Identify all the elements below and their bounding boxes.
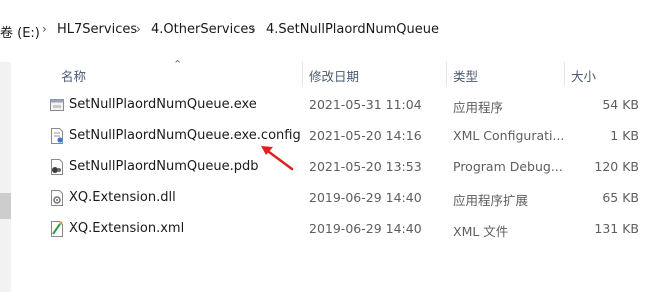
file-name: SetNullPlaordNumQueue.exe: [69, 97, 257, 112]
breadcrumb-item-current-folder[interactable]: 4.SetNullPlaordNumQueue: [266, 22, 439, 37]
file-row[interactable]: XQ.Extension.dll 2019-06-29 14:40 应用程序扩展…: [40, 183, 665, 214]
file-row[interactable]: SetNullPlaordNumQueue.pdb 2021-05-20 13:…: [40, 152, 665, 183]
file-date: 2021-05-31 11:04: [309, 97, 422, 112]
file-size: 120 KB: [594, 159, 639, 174]
file-row[interactable]: SetNullPlaordNumQueue.exe 2021-05-31 11:…: [40, 90, 665, 121]
file-row[interactable]: XQ.Extension.xml 2019-06-29 14:40 XML 文件…: [40, 214, 665, 245]
file-type: XML Configurati...: [453, 128, 565, 143]
file-date: 2019-06-29 14:40: [309, 221, 422, 236]
breadcrumb-item-otherservices[interactable]: 4.OtherServices: [151, 22, 255, 37]
pdb-icon: [51, 159, 63, 175]
column-header-date[interactable]: 修改日期: [303, 62, 446, 86]
annotation-arrow-icon: [261, 146, 294, 171]
file-size: 131 KB: [594, 221, 639, 236]
navigation-pane-edge: [0, 62, 11, 292]
file-row[interactable]: SetNullPlaordNumQueue.exe.config 2021-05…: [40, 121, 665, 152]
column-header-size[interactable]: 大小: [565, 62, 665, 86]
column-header-type[interactable]: 类型: [447, 62, 564, 86]
file-size: 65 KB: [602, 190, 639, 205]
file-type: XML 文件: [453, 224, 509, 239]
file-size: 54 KB: [602, 97, 639, 112]
file-name: XQ.Extension.dll: [69, 190, 176, 205]
file-size: 1 KB: [610, 128, 639, 143]
file-name: SetNullPlaordNumQueue.pdb: [69, 159, 259, 174]
config-icon: [51, 128, 63, 144]
file-date: 2021-05-20 13:53: [309, 159, 422, 174]
exe-icon: [50, 99, 64, 111]
file-date: 2019-06-29 14:40: [309, 190, 422, 205]
xml-icon: [51, 221, 63, 237]
file-name: XQ.Extension.xml: [69, 221, 185, 236]
breadcrumb-drive[interactable]: 卷 (E:): [0, 22, 40, 41]
chevron-right-icon[interactable]: ›: [136, 22, 141, 36]
breadcrumb-item-hl7services[interactable]: HL7Services: [57, 22, 137, 37]
dll-icon: [51, 190, 63, 206]
file-type: 应用程序扩展: [453, 193, 529, 208]
address-bar[interactable]: 卷 (E:) › HL7Services › 4.OtherServices ›…: [0, 0, 665, 62]
chevron-right-icon[interactable]: ›: [42, 22, 47, 36]
column-header-name[interactable]: 名称: [40, 62, 302, 86]
navigation-pane-scrollbar-thumb[interactable]: [0, 193, 11, 219]
file-type: Program Debug...: [453, 159, 563, 174]
file-type: 应用程序: [453, 100, 504, 115]
chevron-right-icon[interactable]: ›: [251, 22, 256, 36]
file-date: 2021-05-20 14:16: [309, 128, 422, 143]
